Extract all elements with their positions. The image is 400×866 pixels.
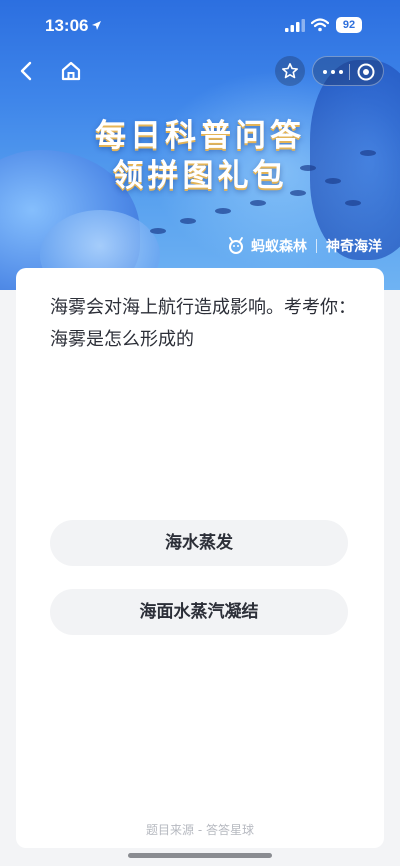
signal-icon	[285, 19, 305, 32]
banner-title-line2: 领拼图礼包	[112, 158, 288, 194]
brand-ant-forest: 蚂蚁森林	[251, 239, 307, 255]
more-dots-icon[interactable]	[323, 70, 343, 74]
quiz-card: 海雾会对海上航行造成影响。考考你：海雾是怎么形成的 海水蒸发 海面水蒸汽凝结 题…	[16, 268, 384, 848]
fish-decoration	[180, 218, 196, 224]
chevron-left-icon[interactable]	[14, 58, 40, 84]
question-source: 题目来源 - 答答星球	[146, 823, 254, 837]
capsule-divider	[349, 64, 350, 80]
miniapp-capsule	[312, 56, 384, 86]
ant-forest-logo-icon	[229, 237, 243, 254]
answer-option-1[interactable]: 海水蒸发	[50, 520, 348, 566]
wifi-icon	[311, 18, 329, 32]
quiz-question: 海雾会对海上航行造成影响。考考你：海雾是怎么形成的	[50, 297, 356, 350]
home-indicator[interactable]	[128, 853, 272, 858]
fish-decoration	[345, 200, 361, 206]
fish-decoration	[150, 228, 166, 234]
home-icon[interactable]	[58, 58, 84, 84]
brand-magic-ocean: 神奇海洋	[326, 239, 382, 255]
target-circle-icon[interactable]	[356, 62, 376, 82]
fish-decoration	[250, 200, 266, 206]
star-icon	[282, 63, 298, 79]
fish-decoration	[215, 208, 231, 214]
status-bar: 13:06 92	[0, 0, 400, 50]
brand-divider	[316, 239, 317, 253]
favorite-button[interactable]	[275, 56, 305, 86]
brand-row: 蚂蚁森林 神奇海洋	[226, 236, 382, 256]
banner-title-line1: 每日科普问答	[95, 118, 305, 154]
battery-indicator: 92	[336, 17, 362, 33]
status-time: 13:06	[45, 16, 89, 35]
answer-option-2[interactable]: 海面水蒸汽凝结	[50, 589, 348, 635]
location-arrow-icon	[92, 21, 101, 30]
